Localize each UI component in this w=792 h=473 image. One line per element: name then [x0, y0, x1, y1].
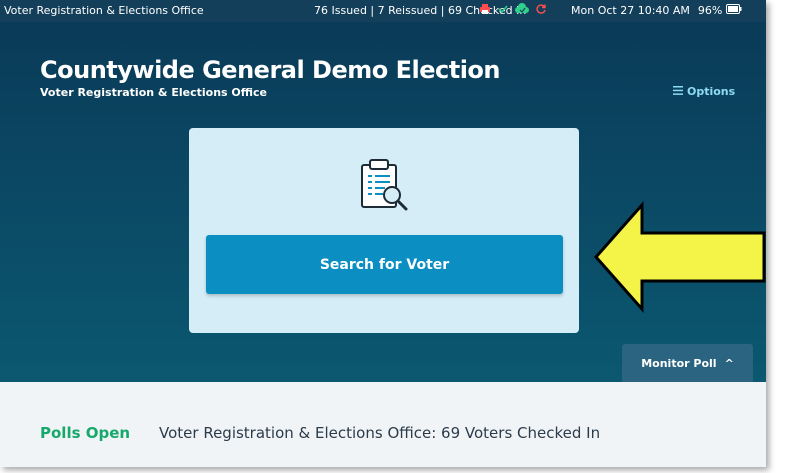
- menu-icon: [673, 85, 683, 98]
- yellow-arrow-annotation: [592, 199, 766, 319]
- battery-icon: [726, 4, 742, 17]
- status-clock-battery: Mon Oct 27 10:40 AM 96%: [571, 4, 742, 17]
- monitor-poll-button[interactable]: Monitor Poll ^: [622, 344, 753, 382]
- status-bar: Voter Registration & Elections Office 76…: [0, 0, 766, 22]
- clipboard-search-icon: [359, 158, 411, 217]
- options-button[interactable]: Options: [673, 85, 735, 98]
- check-icon: [497, 3, 509, 18]
- refresh-icon: [535, 3, 547, 18]
- printer-icon: [479, 3, 491, 18]
- polls-status: Polls Open: [40, 424, 131, 442]
- cloud-icon: [515, 3, 529, 18]
- status-footer: Polls Open Voter Registration & Election…: [0, 382, 766, 467]
- monitor-poll-label: Monitor Poll: [641, 356, 717, 370]
- checked-in-message: Voter Registration & Elections Office: 6…: [159, 424, 601, 442]
- status-battery: 96%: [697, 4, 723, 17]
- search-card: Search for Voter: [189, 128, 579, 333]
- page-title: Countywide General Demo Election: [40, 56, 501, 84]
- status-datetime: Mon Oct 27 10:40 AM: [571, 4, 690, 17]
- app-window: Voter Registration & Elections Office 76…: [0, 0, 766, 467]
- search-for-voter-button[interactable]: Search for Voter: [206, 235, 563, 294]
- chevron-up-icon: ^: [724, 356, 734, 370]
- options-label: Options: [687, 85, 736, 98]
- page-subtitle: Voter Registration & Elections Office: [40, 86, 267, 99]
- status-icons: [479, 3, 547, 18]
- status-office: Voter Registration & Elections Office: [4, 4, 204, 17]
